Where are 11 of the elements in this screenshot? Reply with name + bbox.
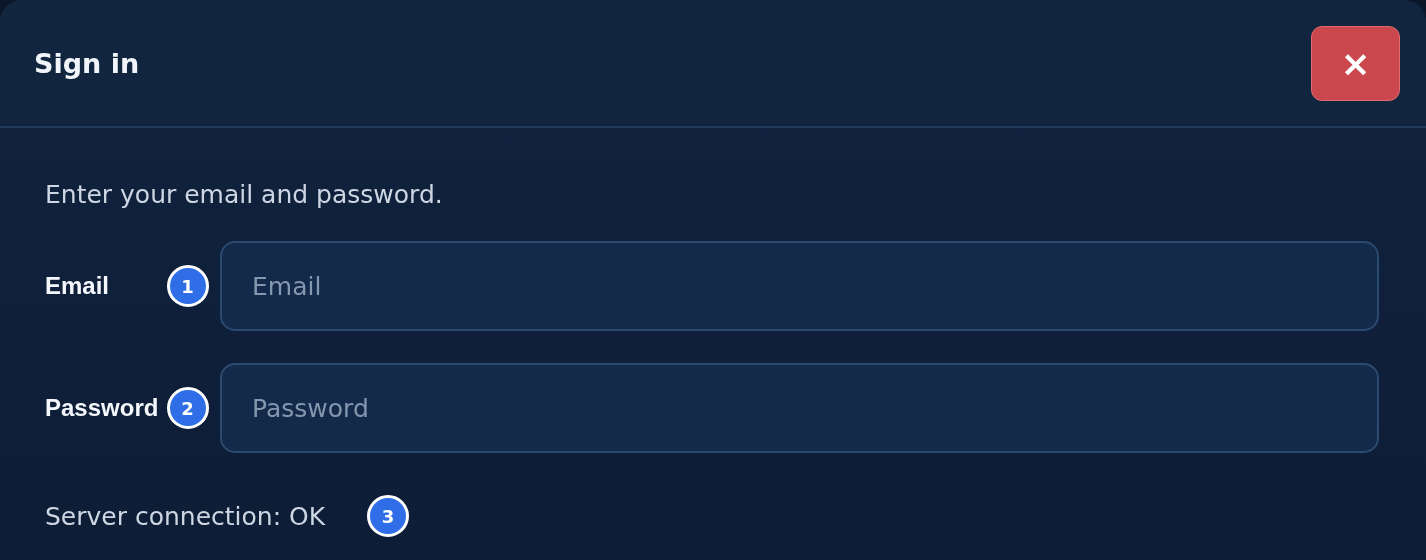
step-badge: 1 — [166, 265, 209, 307]
close-button[interactable]: × — [1311, 25, 1400, 101]
step-badge: 3 — [367, 495, 410, 537]
field-label: Email — [45, 272, 111, 300]
step-badge: 2 — [166, 387, 209, 429]
status-text: Server connection: OK — [45, 501, 326, 531]
field-label: Password — [45, 394, 155, 422]
input-field[interactable]: Password — [220, 363, 1379, 453]
instruction-text: Enter your email and password. — [45, 180, 444, 209]
input-field[interactable]: Email — [220, 241, 1379, 331]
dialog-title: Sign in — [34, 47, 140, 79]
